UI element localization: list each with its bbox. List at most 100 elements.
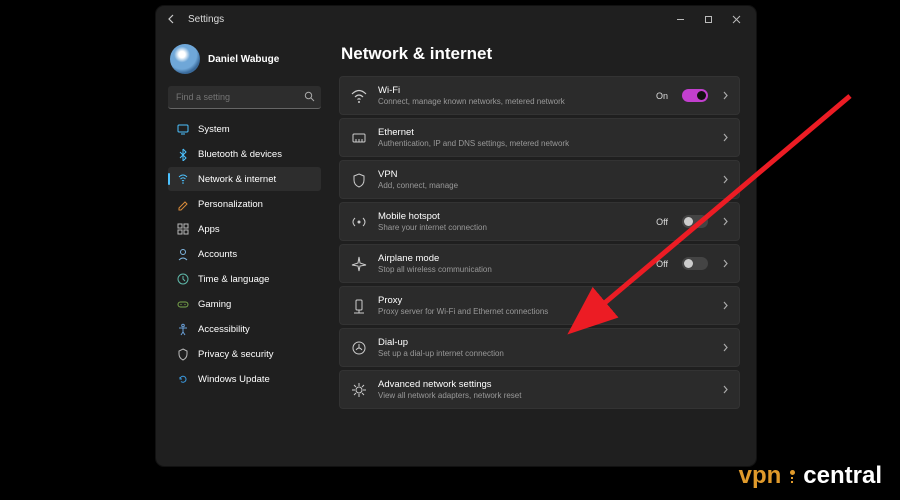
chevron-right-icon [722, 343, 729, 352]
sidebar-item-apps[interactable]: Apps [168, 217, 321, 241]
watermark-left: vpn [739, 462, 782, 490]
setting-hotspot[interactable]: Mobile hotspotShare your internet connec… [339, 202, 740, 241]
setting-desc: Stop all wireless communication [378, 265, 646, 274]
chevron-right-icon [722, 175, 729, 184]
main-panel: Network & internet Wi-FiConnect, manage … [331, 32, 756, 466]
close-button[interactable] [722, 9, 750, 29]
setting-text: Wi-FiConnect, manage known networks, met… [378, 85, 646, 106]
proxy-icon [350, 297, 368, 315]
setting-desc: View all network adapters, network reset [378, 391, 712, 400]
close-icon [732, 15, 741, 24]
sidebar-item-label: Accessibility [198, 324, 250, 335]
setting-title: Mobile hotspot [378, 211, 646, 222]
setting-desc: Set up a dial-up internet connection [378, 349, 712, 358]
maximize-button[interactable] [694, 9, 722, 29]
sidebar: Daniel Wabuge System Bluetooth & devices N… [156, 32, 331, 466]
setting-ethernet[interactable]: EthernetAuthentication, IP and DNS setti… [339, 118, 740, 157]
minimize-button[interactable] [666, 9, 694, 29]
sidebar-item-time[interactable]: Time & language [168, 267, 321, 291]
accessibility-icon [176, 322, 190, 336]
watermark-divider-icon [783, 462, 801, 490]
advanced-icon [350, 381, 368, 399]
sidebar-item-accounts[interactable]: Accounts [168, 242, 321, 266]
setting-vpn[interactable]: VPNAdd, connect, manage [339, 160, 740, 199]
airplane-icon [350, 255, 368, 273]
toggle-state: On [656, 91, 668, 101]
arrow-left-icon [167, 14, 177, 24]
setting-text: Airplane modeStop all wireless communica… [378, 253, 646, 274]
window-title: Settings [188, 14, 224, 25]
bluetooth-icon [176, 147, 190, 161]
sidebar-item-label: Windows Update [198, 374, 270, 385]
sidebar-item-network[interactable]: Network & internet [168, 167, 321, 191]
setting-title: Wi-Fi [378, 85, 646, 96]
setting-title: Dial-up [378, 337, 712, 348]
sidebar-item-label: Time & language [198, 274, 269, 285]
setting-text: Mobile hotspotShare your internet connec… [378, 211, 646, 232]
update-icon [176, 372, 190, 386]
accounts-icon [176, 247, 190, 261]
avatar [170, 44, 200, 74]
sidebar-item-label: Network & internet [198, 174, 276, 185]
gaming-icon [176, 297, 190, 311]
setting-advanced[interactable]: Advanced network settingsView all networ… [339, 370, 740, 409]
sidebar-item-label: Privacy & security [198, 349, 274, 360]
sidebar-item-label: Personalization [198, 199, 263, 210]
sidebar-item-gaming[interactable]: Gaming [168, 292, 321, 316]
maximize-icon [704, 15, 713, 24]
chevron-right-icon [722, 259, 729, 268]
chevron-right-icon [722, 91, 729, 100]
search-input[interactable] [168, 86, 321, 109]
settings-window: Settings Daniel Wabuge System Bluetooth &… [156, 6, 756, 466]
vpn-icon [350, 171, 368, 189]
nav-list: System Bluetooth & devices Network & inter… [168, 117, 321, 391]
page-title: Network & internet [341, 44, 740, 64]
user-block[interactable]: Daniel Wabuge [170, 44, 321, 74]
wifi-toggle[interactable] [682, 89, 708, 102]
dialup-icon [350, 339, 368, 357]
personalization-icon [176, 197, 190, 211]
privacy-icon [176, 347, 190, 361]
setting-desc: Connect, manage known networks, metered … [378, 97, 646, 106]
setting-text: Advanced network settingsView all networ… [378, 379, 712, 400]
network-icon [176, 172, 190, 186]
setting-desc: Share your internet connection [378, 223, 646, 232]
hotspot-icon [350, 213, 368, 231]
wifi-icon [350, 87, 368, 105]
back-button[interactable] [162, 9, 182, 29]
setting-wifi[interactable]: Wi-FiConnect, manage known networks, met… [339, 76, 740, 115]
chevron-right-icon [722, 217, 729, 226]
setting-title: Proxy [378, 295, 712, 306]
chevron-right-icon [722, 385, 729, 394]
search-icon [304, 91, 315, 102]
watermark: vpn central [739, 462, 882, 490]
chevron-right-icon [722, 301, 729, 310]
sidebar-item-privacy[interactable]: Privacy & security [168, 342, 321, 366]
sidebar-item-personalization[interactable]: Personalization [168, 192, 321, 216]
airplane-toggle[interactable] [682, 257, 708, 270]
toggle-state: Off [656, 217, 668, 227]
sidebar-item-system[interactable]: System [168, 117, 321, 141]
setting-dialup[interactable]: Dial-upSet up a dial-up internet connect… [339, 328, 740, 367]
ethernet-icon [350, 129, 368, 147]
chevron-right-icon [722, 133, 729, 142]
hotspot-toggle[interactable] [682, 215, 708, 228]
setting-text: VPNAdd, connect, manage [378, 169, 712, 190]
setting-title: Airplane mode [378, 253, 646, 264]
sidebar-item-label: Apps [198, 224, 220, 235]
minimize-icon [676, 15, 685, 24]
sidebar-item-accessibility[interactable]: Accessibility [168, 317, 321, 341]
setting-airplane[interactable]: Airplane modeStop all wireless communica… [339, 244, 740, 283]
sidebar-item-label: Accounts [198, 249, 237, 260]
sidebar-item-bluetooth[interactable]: Bluetooth & devices [168, 142, 321, 166]
titlebar: Settings [156, 6, 756, 32]
sidebar-item-update[interactable]: Windows Update [168, 367, 321, 391]
apps-icon [176, 222, 190, 236]
sidebar-item-label: Bluetooth & devices [198, 149, 282, 160]
sidebar-item-label: Gaming [198, 299, 231, 310]
search-box [168, 86, 321, 109]
user-name: Daniel Wabuge [208, 54, 279, 65]
setting-proxy[interactable]: ProxyProxy server for Wi-Fi and Ethernet… [339, 286, 740, 325]
settings-list: Wi-FiConnect, manage known networks, met… [339, 76, 740, 409]
system-icon [176, 122, 190, 136]
